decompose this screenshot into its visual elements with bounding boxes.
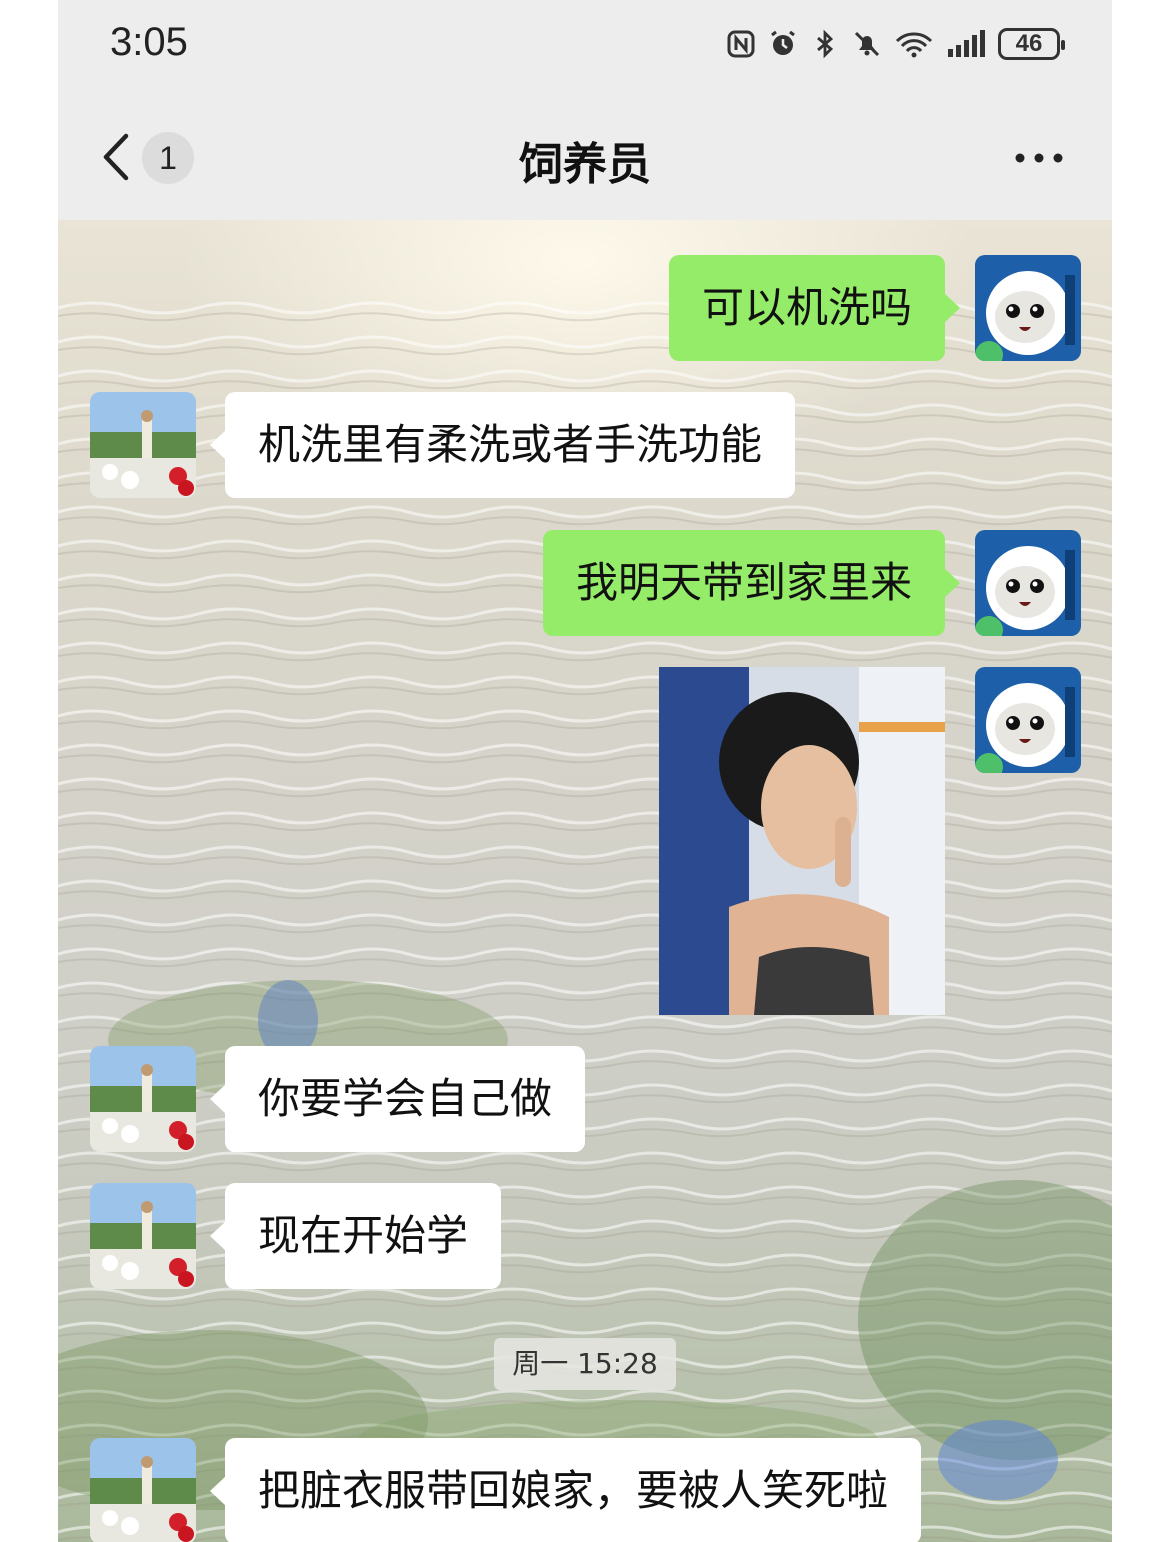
garden-photo-avatar-icon — [90, 1438, 196, 1542]
garden-photo-avatar-icon — [90, 1046, 196, 1152]
message-bubble-received[interactable]: 现在开始学 — [209, 1183, 502, 1289]
status-icons: 46 — [726, 22, 1065, 66]
message-bubble-sent[interactable]: 我明天带到家里来 — [542, 530, 961, 636]
message-bubble-sent[interactable]: 可以机洗吗 — [668, 255, 961, 361]
garden-photo-avatar-icon — [90, 392, 196, 498]
my-avatar[interactable] — [975, 530, 1081, 636]
message-bubble-received[interactable]: 机洗里有柔洗或者手洗功能 — [209, 392, 796, 498]
mute-icon — [854, 31, 880, 57]
status-time: 3:05 — [110, 20, 188, 64]
contact-avatar[interactable] — [90, 1046, 196, 1152]
bluetooth-icon — [817, 29, 834, 59]
battery-indicator: 46 — [998, 28, 1065, 60]
chat-title: 饲养员 — [519, 139, 651, 190]
wifi-icon — [895, 32, 933, 58]
alarm-icon — [771, 30, 795, 55]
contact-avatar[interactable] — [90, 392, 196, 498]
contact-avatar[interactable] — [90, 1438, 196, 1542]
phone-screen: 3:05 46 1 饲养员 可以机洗吗 机洗里有柔洗或者手洗功能 我明天带到家里… — [58, 0, 1112, 1542]
garden-photo-avatar-icon — [90, 1183, 196, 1289]
my-avatar[interactable] — [975, 667, 1081, 773]
sticker-image[interactable] — [659, 667, 945, 1015]
contact-avatar[interactable] — [90, 1183, 196, 1289]
message-bubble-received[interactable]: 把脏衣服带回娘家，要被人笑死啦 — [209, 1438, 922, 1542]
cartoon-avatar-icon — [975, 667, 1081, 773]
more-options-icon[interactable] — [1014, 150, 1064, 166]
chat-header: 1 饲养员 — [58, 90, 1112, 220]
message-bubble-received[interactable]: 你要学会自己做 — [209, 1046, 586, 1152]
message-timestamp: 周一 15:28 — [494, 1338, 676, 1390]
woman-shush-sticker-icon — [659, 667, 945, 1015]
cartoon-avatar-icon — [975, 530, 1081, 636]
signal-icon — [948, 30, 985, 57]
cartoon-avatar-icon — [975, 255, 1081, 361]
status-bar: 3:05 46 — [58, 0, 1112, 90]
my-avatar[interactable] — [975, 255, 1081, 361]
nfc-icon — [727, 30, 755, 58]
chat-area[interactable]: 可以机洗吗 机洗里有柔洗或者手洗功能 我明天带到家里来 你要学会自己做 现在开始… — [58, 220, 1112, 1542]
